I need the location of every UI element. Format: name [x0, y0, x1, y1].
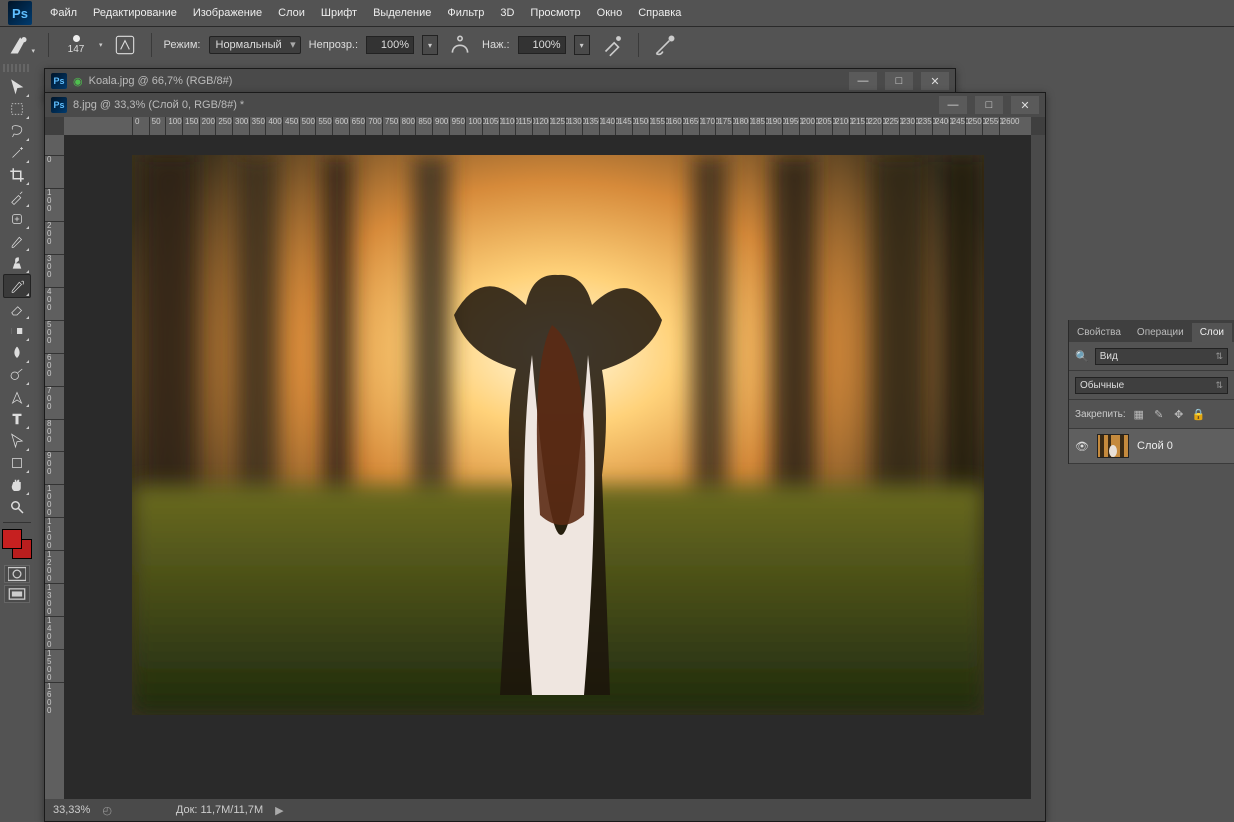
ps-badge-icon: Ps	[51, 73, 67, 89]
eraser-tool[interactable]	[4, 298, 30, 320]
dodge-tool[interactable]	[4, 364, 30, 386]
crop-tool[interactable]	[4, 164, 30, 186]
lock-pixels-icon[interactable]: ▦	[1132, 407, 1146, 421]
lock-brush-icon[interactable]: ✎	[1152, 407, 1166, 421]
brush-size-value: 147	[68, 44, 85, 55]
flow-stepper[interactable]: ▾	[574, 35, 590, 55]
ps-badge-icon: Ps	[51, 97, 67, 113]
lasso-tool[interactable]	[4, 120, 30, 142]
magic-wand-tool[interactable]	[4, 142, 30, 164]
pressure-opacity-icon[interactable]	[446, 31, 474, 59]
menu-layers[interactable]: Слои	[270, 3, 313, 23]
eyedropper-tool[interactable]	[4, 186, 30, 208]
status-bar: 33,33% ◴ Док: 11,7M/11,7M ▶	[45, 799, 1045, 821]
flow-input[interactable]	[518, 36, 566, 54]
document-title-front: 8.jpg @ 33,3% (Слой 0, RGB/8#) *	[73, 99, 244, 111]
vertical-scrollbar[interactable]	[1031, 135, 1045, 799]
zoom-tool[interactable]	[4, 496, 30, 518]
menu-edit[interactable]: Редактирование	[85, 3, 185, 23]
opacity-input[interactable]	[366, 36, 414, 54]
canvas-area[interactable]	[64, 135, 1031, 799]
document-title-back: Koala.jpg @ 66,7% (RGB/8#)	[89, 75, 233, 87]
pressure-size-icon[interactable]	[651, 31, 679, 59]
history-brush-tool[interactable]	[3, 274, 31, 298]
ruler-horizontal[interactable]: 0501001502002503003504004505005506006507…	[64, 117, 1031, 135]
pen-tool[interactable]	[4, 386, 30, 408]
layer-blendmode-select[interactable]: Обычные	[1075, 377, 1228, 394]
maximize-button[interactable]: □	[975, 96, 1003, 114]
menu-window[interactable]: Окно	[589, 3, 631, 23]
brush-tool[interactable]	[4, 230, 30, 252]
menu-image[interactable]: Изображение	[185, 3, 270, 23]
healing-brush-tool[interactable]	[4, 208, 30, 230]
gradient-tool[interactable]	[4, 320, 30, 342]
lock-position-icon[interactable]: ✥	[1172, 407, 1186, 421]
minimize-button[interactable]: —	[849, 72, 877, 90]
close-button[interactable]: ✕	[921, 72, 949, 90]
menu-help[interactable]: Справка	[630, 3, 689, 23]
layer-filter-select[interactable]: Вид	[1095, 348, 1228, 365]
ruler-vertical[interactable]: 0100200300400500600700800900100011001200…	[45, 135, 64, 799]
toolbox	[0, 62, 34, 605]
opacity-label: Непрозр.:	[309, 39, 358, 51]
clone-stamp-tool[interactable]	[4, 252, 30, 274]
quickmask-toggle[interactable]	[4, 565, 30, 583]
layer-name[interactable]: Слой 0	[1137, 440, 1173, 452]
color-swatches[interactable]	[2, 529, 32, 559]
visibility-eye-icon[interactable]: 👁	[1075, 440, 1089, 453]
menubar: Ps Файл Редактирование Изображение Слои …	[0, 0, 1234, 27]
options-bar: ▾ 147 ▾ Режим: Нормальный Непрозр.: ▾ На…	[0, 27, 1234, 64]
menu-filter[interactable]: Фильтр	[439, 3, 492, 23]
screenmode-toggle[interactable]	[4, 585, 30, 603]
lock-all-icon[interactable]: 🔒	[1192, 407, 1206, 421]
flow-label: Наж.:	[482, 39, 510, 51]
statusbar-menu-arrow-icon[interactable]: ▶	[275, 804, 283, 817]
marquee-tool[interactable]	[4, 98, 30, 120]
lock-label: Закрепить:	[1075, 409, 1126, 420]
blend-mode-select[interactable]: Нормальный	[209, 36, 301, 54]
menu-file[interactable]: Файл	[42, 3, 85, 23]
layer-thumbnail[interactable]	[1097, 434, 1129, 458]
airbrush-icon[interactable]	[598, 31, 626, 59]
hand-tool[interactable]	[4, 474, 30, 496]
opacity-stepper[interactable]: ▾	[422, 35, 438, 55]
doc-size-label: Док: 11,7M/11,7M	[176, 804, 263, 816]
menu-select[interactable]: Выделение	[365, 3, 439, 23]
tab-actions[interactable]: Операции	[1129, 323, 1192, 342]
brush-preset-picker[interactable]: 147	[61, 35, 91, 55]
panels: Свойства Операции Слои 🔍 Вид Обычные Зак…	[1068, 320, 1234, 464]
path-selection-tool[interactable]	[4, 430, 30, 452]
minimize-button[interactable]: —	[939, 96, 967, 114]
foreground-color[interactable]	[2, 529, 22, 549]
menu-type[interactable]: Шрифт	[313, 3, 365, 23]
tab-properties[interactable]: Свойства	[1069, 323, 1129, 342]
mode-label: Режим:	[164, 39, 201, 51]
toolbox-grip[interactable]	[3, 64, 31, 72]
move-tool[interactable]	[4, 76, 30, 98]
history-indicator-icon[interactable]: ◴	[102, 804, 112, 817]
tab-layers[interactable]: Слои	[1192, 323, 1232, 342]
workspace: Ps ◉ Koala.jpg @ 66,7% (RGB/8#) — □ ✕ Ps…	[0, 62, 1234, 798]
blur-tool[interactable]	[4, 342, 30, 364]
document-window-front: Ps 8.jpg @ 33,3% (Слой 0, RGB/8#) * — □ …	[44, 92, 1046, 822]
panel-tabs: Свойства Операции Слои	[1069, 320, 1234, 342]
brush-panel-toggle-icon[interactable]	[111, 31, 139, 59]
close-button[interactable]: ✕	[1011, 96, 1039, 114]
shape-tool[interactable]	[4, 452, 30, 474]
menu-3d[interactable]: 3D	[492, 3, 522, 23]
layer-item[interactable]: 👁 Слой 0	[1069, 429, 1234, 464]
app-logo: Ps	[8, 1, 32, 25]
menu-view[interactable]: Просмотр	[522, 3, 588, 23]
maximize-button[interactable]: □	[885, 72, 913, 90]
current-tool-icon[interactable]: ▾	[8, 31, 36, 59]
canvas-image[interactable]	[132, 155, 984, 715]
zoom-level[interactable]: 33,33%	[53, 804, 90, 816]
search-icon: 🔍	[1075, 350, 1089, 363]
type-tool[interactable]	[4, 408, 30, 430]
